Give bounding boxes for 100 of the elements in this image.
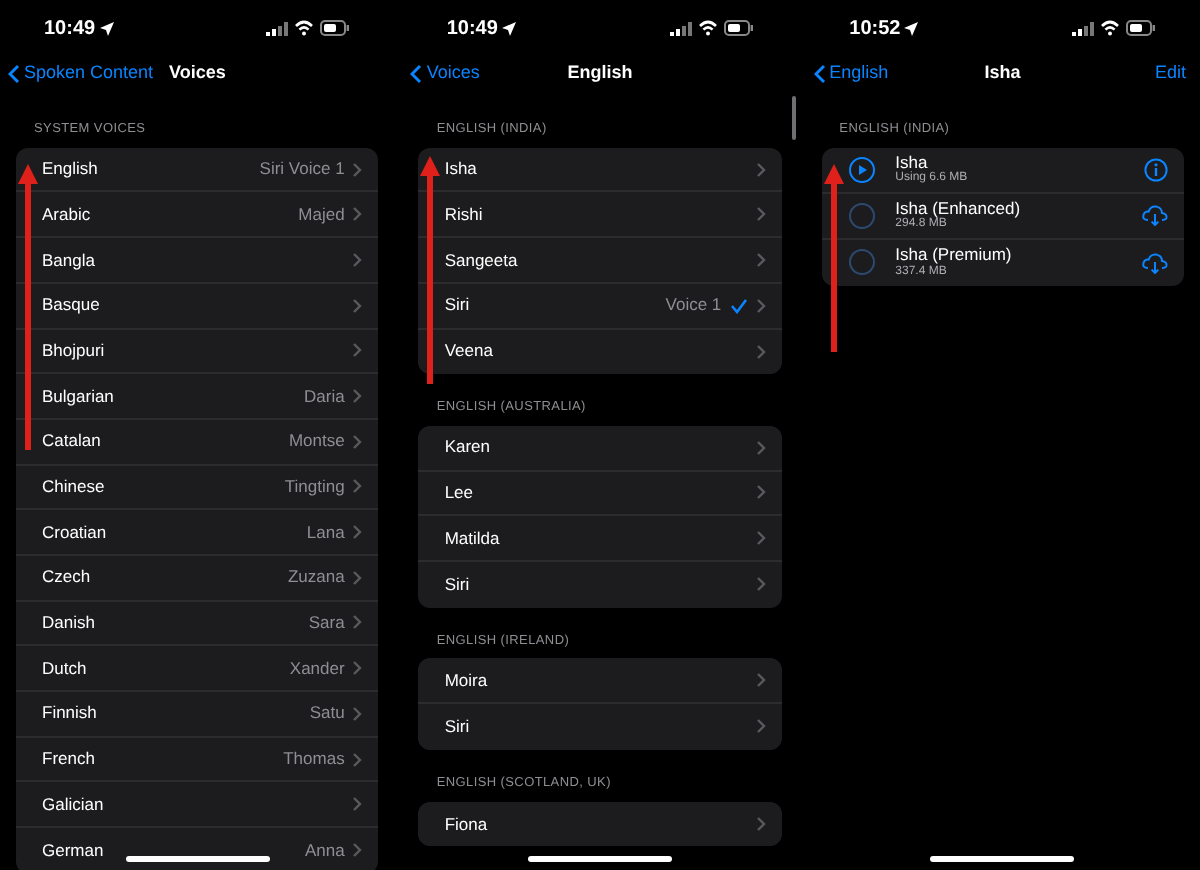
row-value: Tingting: [284, 474, 345, 500]
cloud-download-icon: [1141, 204, 1168, 227]
list-row[interactable]: French Thomas: [16, 737, 379, 783]
chevron-right-icon: [352, 569, 363, 586]
list-row[interactable]: Moira: [418, 658, 782, 705]
chevron-right-icon: [352, 751, 363, 768]
row-label: Fiona: [444, 811, 488, 837]
chevron-right-icon: [352, 251, 363, 268]
status-time: 10:52: [849, 15, 901, 43]
list-row[interactable]: Siri: [418, 704, 782, 750]
chevron-right-icon: [755, 530, 766, 547]
info-icon: [1143, 157, 1168, 182]
chevron-right-icon: [352, 842, 363, 859]
list-row[interactable]: German Anna: [16, 828, 379, 870]
chevron-right-icon: [755, 343, 766, 360]
chevron-right-icon: [352, 388, 363, 405]
chevron-right-icon: [352, 161, 363, 178]
battery-icon: [320, 20, 351, 36]
voice-name: Isha (Enhanced): [895, 199, 1021, 218]
list-row[interactable]: Danish Sara: [16, 601, 379, 647]
location-arrow-icon: [501, 21, 516, 35]
edit-button[interactable]: Edit: [1154, 60, 1186, 88]
chevron-left-icon: [8, 64, 20, 84]
list-row[interactable]: Czech Zuzana: [16, 555, 379, 602]
location-arrow-icon: [904, 21, 919, 35]
row-label: Moira: [444, 667, 488, 694]
chevron-right-icon: [755, 672, 766, 689]
list-row[interactable]: Chinese Tingting: [16, 465, 379, 511]
chevron-right-icon: [352, 206, 363, 223]
row-label: Karen: [444, 434, 491, 461]
list-row[interactable]: Fiona: [418, 801, 782, 847]
row-label: Bangla: [42, 247, 95, 273]
back-button[interactable]: Voices: [410, 60, 480, 88]
chevron-right-icon: [755, 576, 766, 593]
nav-title: English: [567, 60, 633, 87]
signal-icon: [266, 21, 289, 35]
list-row[interactable]: Matilda: [418, 516, 782, 562]
voice-action-button[interactable]: [1141, 251, 1168, 274]
row-label: Siri: [444, 714, 470, 740]
chevron-right-icon: [755, 161, 766, 178]
row-label: English: [42, 156, 98, 182]
row-label: Isha: [444, 156, 477, 182]
row-label: Bhojpuri: [42, 337, 105, 364]
list-row[interactable]: Veena: [418, 329, 782, 375]
row-label: Czech: [42, 564, 91, 591]
row-value: Lana: [306, 519, 345, 545]
chevron-right-icon: [755, 484, 766, 501]
chevron-left-icon: [410, 64, 423, 84]
chevron-right-icon: [755, 718, 766, 735]
row-value: Daria: [304, 383, 345, 409]
chevron-right-icon: [352, 796, 363, 813]
chevron-right-icon: [352, 524, 363, 541]
row-label: Catalan: [42, 428, 101, 455]
list-row[interactable]: Siri: [418, 562, 782, 608]
row-label: Matilda: [444, 525, 500, 552]
row-value: Anna: [304, 838, 345, 864]
signal-icon: [669, 21, 692, 35]
back-button[interactable]: Spoken Content: [8, 60, 154, 88]
row-label: Finnish: [42, 700, 97, 727]
list-row[interactable]: Finnish Satu: [16, 692, 379, 738]
signal-icon: [1071, 21, 1094, 35]
wifi-icon: [1099, 20, 1120, 36]
chevron-right-icon: [352, 614, 363, 631]
row-value: Majed: [298, 201, 345, 228]
chevron-left-icon: [813, 64, 826, 84]
status-time: 10:49: [44, 15, 96, 43]
scroll-indicator: [791, 96, 796, 140]
chevron-right-icon: [755, 251, 766, 268]
row-label: Croatian: [42, 519, 107, 545]
row-label: Chinese: [42, 474, 105, 500]
voice-action-button[interactable]: [1143, 157, 1168, 182]
voice-name: Isha: [895, 153, 930, 172]
list-row[interactable]: Karen: [418, 425, 782, 472]
chevron-right-icon: [352, 342, 363, 359]
list-row[interactable]: Croatian Lana: [16, 510, 379, 556]
chevron-right-icon: [755, 297, 766, 314]
row-label: Bulgarian: [42, 383, 114, 409]
battery-icon: [1125, 20, 1156, 36]
voice-action-button[interactable]: [1141, 204, 1168, 227]
row-label: French: [42, 746, 95, 772]
row-value: Zuzana: [287, 564, 345, 591]
row-value: Sara: [308, 610, 345, 636]
row-label: Galician: [42, 791, 104, 818]
chevron-right-icon: [755, 815, 766, 832]
list-row[interactable]: Dutch Xander: [16, 646, 379, 692]
row-value: Satu: [309, 700, 345, 727]
row-label: Siri: [444, 292, 470, 319]
back-button[interactable]: English: [813, 60, 889, 88]
voice-name: Isha (Premium): [895, 246, 1012, 265]
row-label: Veena: [444, 338, 493, 365]
row-value: Thomas: [283, 746, 345, 772]
list-row[interactable]: Lee: [418, 471, 782, 517]
list-row[interactable]: Galician: [16, 782, 379, 829]
row-value: Montse: [288, 428, 345, 455]
row-label: Arabic: [42, 201, 91, 228]
chevron-right-icon: [352, 705, 363, 722]
row-label: Siri: [444, 571, 470, 598]
battery-icon: [723, 20, 754, 36]
wifi-icon: [697, 20, 718, 36]
location-arrow-icon: [99, 21, 114, 35]
